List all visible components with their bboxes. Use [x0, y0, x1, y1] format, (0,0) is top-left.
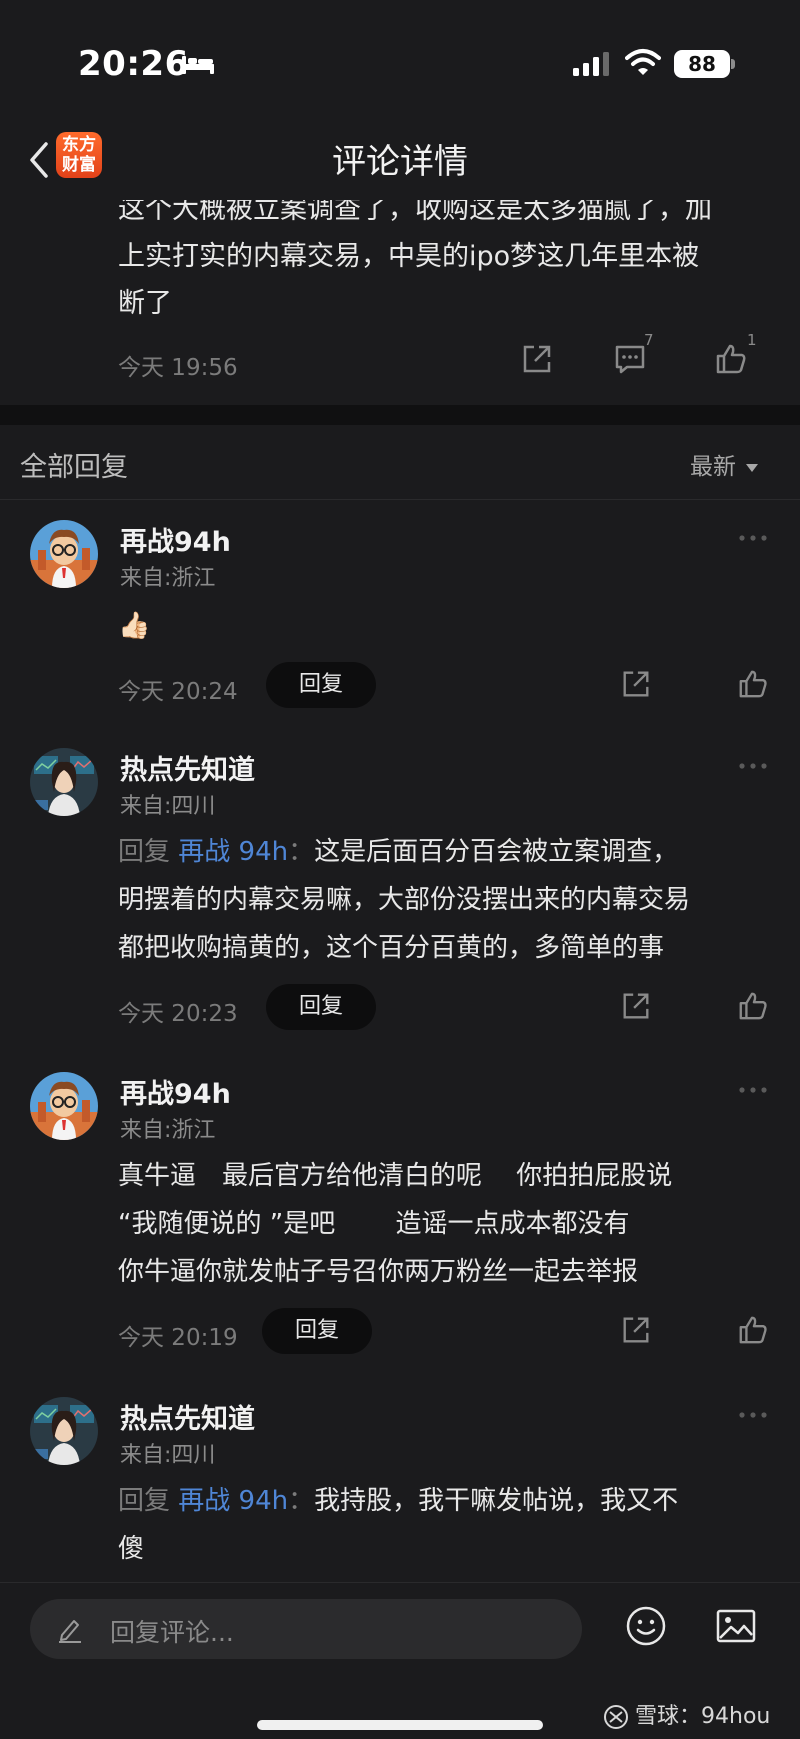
avatar[interactable] [30, 1397, 98, 1465]
more-options-icon[interactable] [738, 1086, 768, 1094]
reply-line: “我随便说的 ”是吧 造谣一点成本都没有 [118, 1209, 630, 1239]
reply-line: 傻 [118, 1534, 145, 1564]
reply-content: 真牛逼 最后官方给他清白的呢 你拍拍屁股说 “我随便说的 ”是吧 造谣一点成本都… [118, 1152, 778, 1296]
battery-tip [731, 59, 735, 69]
avatar[interactable] [30, 520, 98, 588]
reply-content: 回复 再战 94h：我持股，我干嘛发帖说，我又不 傻 [118, 1477, 778, 1573]
original-comment: 这个大概被立案调查了，收购这是太多猫腻了，加 上实打实的内幕交易，中昊的ipo梦… [0, 200, 800, 405]
wifi-icon [625, 49, 661, 75]
username[interactable]: 再战94h [120, 520, 231, 559]
reply-text: 这是后面百分百会被立案调查， [314, 837, 679, 867]
reply-line: 你牛逼你就发帖子号召你两万粉丝一起去举报 [118, 1257, 639, 1287]
avatar[interactable] [30, 1072, 98, 1140]
avatar-trader-girl-icon [30, 1397, 98, 1465]
like-icon[interactable] [737, 1314, 769, 1346]
avatar-cartoon-boy-icon [30, 1072, 98, 1140]
share-icon[interactable] [620, 668, 652, 700]
status-bar: 20:26 88 [0, 0, 800, 120]
share-icon[interactable] [520, 342, 554, 376]
reply-content: 👍🏻 [118, 602, 778, 650]
avatar-cartoon-boy-icon [30, 520, 98, 588]
reply-colon: ： [288, 1486, 315, 1516]
original-comment-line: 这个大概被立案调查了，收购这是太多猫腻了，加 [118, 200, 712, 225]
thumbs-up-emoji: 👍🏻 [118, 611, 151, 641]
sort-dropdown[interactable]: 最新 [690, 447, 758, 481]
username[interactable]: 热点先知道 [120, 1397, 255, 1436]
share-icon[interactable] [620, 1314, 652, 1346]
reply-line: 回复 再战 94h：这是后面百分百会被立案调查， [118, 828, 778, 876]
status-time: 20:26 [78, 44, 189, 84]
like-icon[interactable] [737, 668, 769, 700]
watermark: 雪球：94hou [603, 1698, 770, 1730]
replies-header: 全部回复 最新 [0, 425, 800, 500]
more-options-icon[interactable] [738, 762, 768, 770]
location: 来自:四川 [120, 794, 216, 819]
nav-bar: 东方 财富 评论详情 [0, 120, 800, 200]
reply-text: 我持股，我干嘛发帖说，我又不 [314, 1486, 679, 1516]
username[interactable]: 热点先知道 [120, 748, 255, 787]
reply-colon: ： [288, 837, 315, 867]
bed-icon [182, 56, 214, 74]
original-comment-time: 今天 19:56 [118, 355, 238, 381]
avatar[interactable] [30, 748, 98, 816]
original-comment-line: 上实打实的内幕交易，中昊的ipo梦这几年里本被 [118, 241, 700, 272]
reply-time: 今天 20:23 [118, 1001, 238, 1027]
reply-line: 真牛逼 最后官方给他清白的呢 你拍拍屁股说 [118, 1161, 673, 1191]
more-options-icon[interactable] [738, 534, 768, 542]
image-icon[interactable] [715, 1605, 757, 1647]
comment-icon[interactable] [613, 342, 647, 376]
page-title: 评论详情 [332, 142, 468, 182]
home-indicator [257, 1720, 543, 1730]
pen-icon [59, 1620, 81, 1643]
like-icon[interactable] [714, 342, 748, 376]
reply-content: 回复 再战 94h：这是后面百分百会被立案调查， 明摆着的内幕交易嘛，大部份没摆… [118, 828, 778, 972]
location: 来自:浙江 [120, 566, 216, 591]
reply-prefix: 回复 [118, 1486, 171, 1516]
reply-line: 明摆着的内幕交易嘛，大部份没摆出来的内幕交易 [118, 885, 691, 915]
share-icon[interactable] [620, 990, 652, 1022]
location: 来自:四川 [120, 1443, 216, 1468]
like-count: 1 [747, 331, 757, 349]
input-placeholder: 回复评论... [110, 1618, 234, 1647]
original-comment-line: 断了 [118, 288, 172, 319]
location: 来自:浙江 [120, 1118, 216, 1143]
reply-target-link[interactable]: 再战 94h [178, 1486, 288, 1516]
reply-comment-input[interactable]: 回复评论... [30, 1599, 582, 1659]
more-options-icon[interactable] [738, 1411, 768, 1419]
reply-button[interactable]: 回复 [266, 984, 376, 1030]
section-divider [0, 405, 800, 425]
sort-label: 最新 [690, 454, 736, 480]
like-icon[interactable] [737, 990, 769, 1022]
emoji-icon[interactable] [625, 1605, 667, 1647]
bottom-bar: 回复评论... 雪球：94hou [0, 1582, 800, 1739]
caret-down-icon [746, 463, 758, 472]
avatar-trader-girl-icon [30, 748, 98, 816]
reply-time: 今天 20:19 [118, 1325, 238, 1351]
reply-prefix: 回复 [118, 837, 171, 867]
reply-time: 今天 20:24 [118, 679, 238, 705]
battery-indicator: 88 [674, 50, 730, 78]
reply-button[interactable]: 回复 [266, 662, 376, 708]
comment-count: 7 [644, 331, 654, 349]
reply-target-link[interactable]: 再战 94h [178, 837, 288, 867]
reply-line: 回复 再战 94h：我持股，我干嘛发帖说，我又不 [118, 1477, 778, 1525]
signal-icon [573, 52, 609, 76]
watermark-text: 雪球：94hou [635, 1704, 771, 1729]
username[interactable]: 再战94h [120, 1072, 231, 1111]
reply-button[interactable]: 回复 [262, 1308, 372, 1354]
replies-title: 全部回复 [20, 452, 128, 483]
reply-line: 都把收购搞黄的，这个百分百黄的，多简单的事 [118, 933, 665, 963]
original-comment-text: 这个大概被立案调查了，收购这是太多猫腻了，加 上实打实的内幕交易，中昊的ipo梦… [118, 200, 768, 327]
xueqiu-logo-icon [604, 1705, 628, 1729]
